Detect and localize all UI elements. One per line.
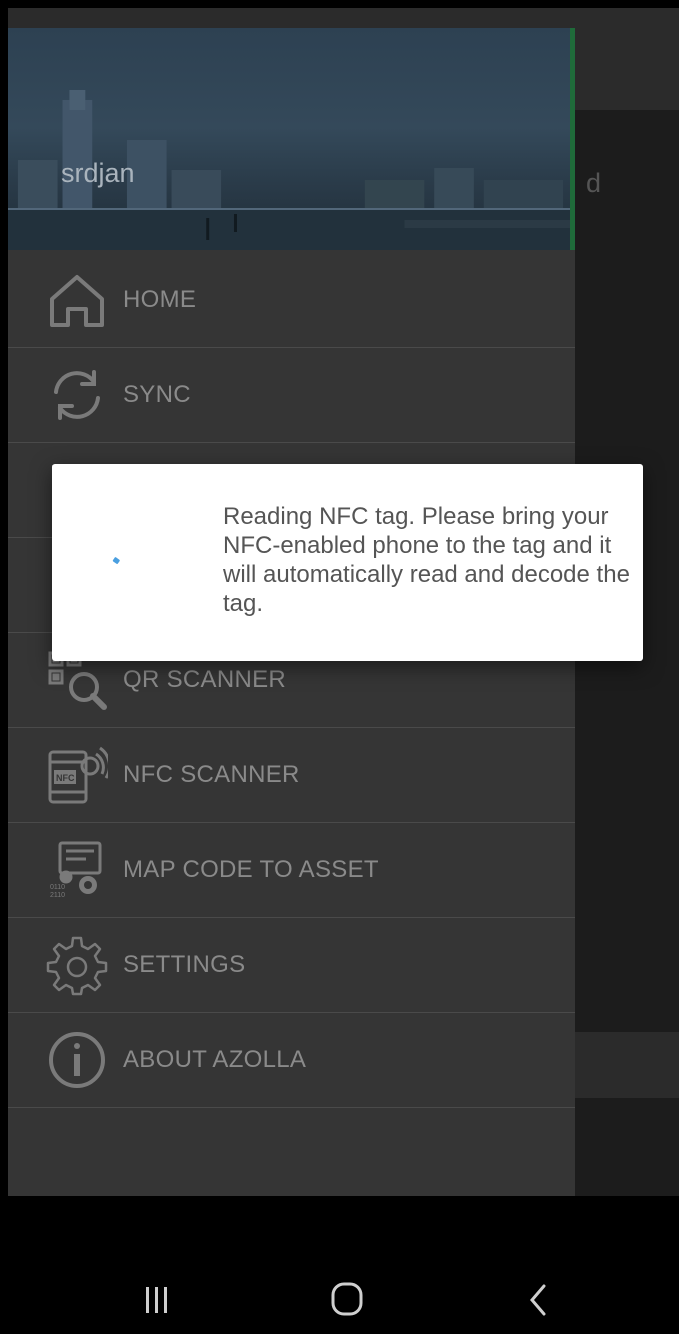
map-code-icon: 0110 2110 xyxy=(46,839,108,901)
svg-text:0110: 0110 xyxy=(50,884,65,891)
menu-item-label: ABOUT AZOLLA xyxy=(123,1046,307,1073)
dialog-message: Reading NFC tag. Please bring your NFC-e… xyxy=(223,503,630,617)
menu-item-map-code[interactable]: 0110 2110 MAP CODE TO ASSET xyxy=(8,823,575,918)
recent-apps-button[interactable] xyxy=(126,1280,186,1320)
menu-item-nfc-scanner[interactable]: NFC NFC SCANNER xyxy=(8,728,575,823)
user-name: srdjan xyxy=(61,158,135,188)
menu-item-label: SYNC xyxy=(123,381,191,408)
svg-text:NFC: NFC xyxy=(56,773,75,783)
home-icon xyxy=(46,269,108,331)
info-icon xyxy=(46,1029,108,1091)
drawer-header: srdjan xyxy=(8,28,575,250)
svg-text:2110: 2110 xyxy=(50,892,65,899)
app-partial-text: d xyxy=(586,168,602,198)
back-icon xyxy=(530,1284,546,1316)
menu-item-label: SETTINGS xyxy=(123,951,246,978)
recent-apps-icon xyxy=(146,1287,167,1313)
status-area xyxy=(0,0,679,8)
menu-item-label: HOME xyxy=(123,286,197,313)
sync-icon xyxy=(46,364,108,426)
menu-item-settings[interactable]: SETTINGS xyxy=(8,918,575,1013)
back-button[interactable] xyxy=(508,1280,568,1320)
drawer-menu: HOME SYNC QR SCANNER NFC NFC SCANNER 011… xyxy=(8,253,575,1108)
home-nav-button[interactable] xyxy=(317,1280,377,1320)
menu-item-label: NFC SCANNER xyxy=(123,761,300,788)
menu-item-about[interactable]: ABOUT AZOLLA xyxy=(8,1013,575,1108)
progress-spinner-icon xyxy=(112,557,120,564)
home-nav-icon xyxy=(331,1282,363,1316)
nfc-scanner-icon: NFC xyxy=(46,744,108,806)
menu-item-label: QR SCANNER xyxy=(123,666,287,693)
gear-icon xyxy=(46,934,108,996)
menu-item-home[interactable]: HOME xyxy=(8,253,575,348)
menu-item-label: MAP CODE TO ASSET xyxy=(123,856,379,883)
menu-item-sync[interactable]: SYNC xyxy=(8,348,575,443)
